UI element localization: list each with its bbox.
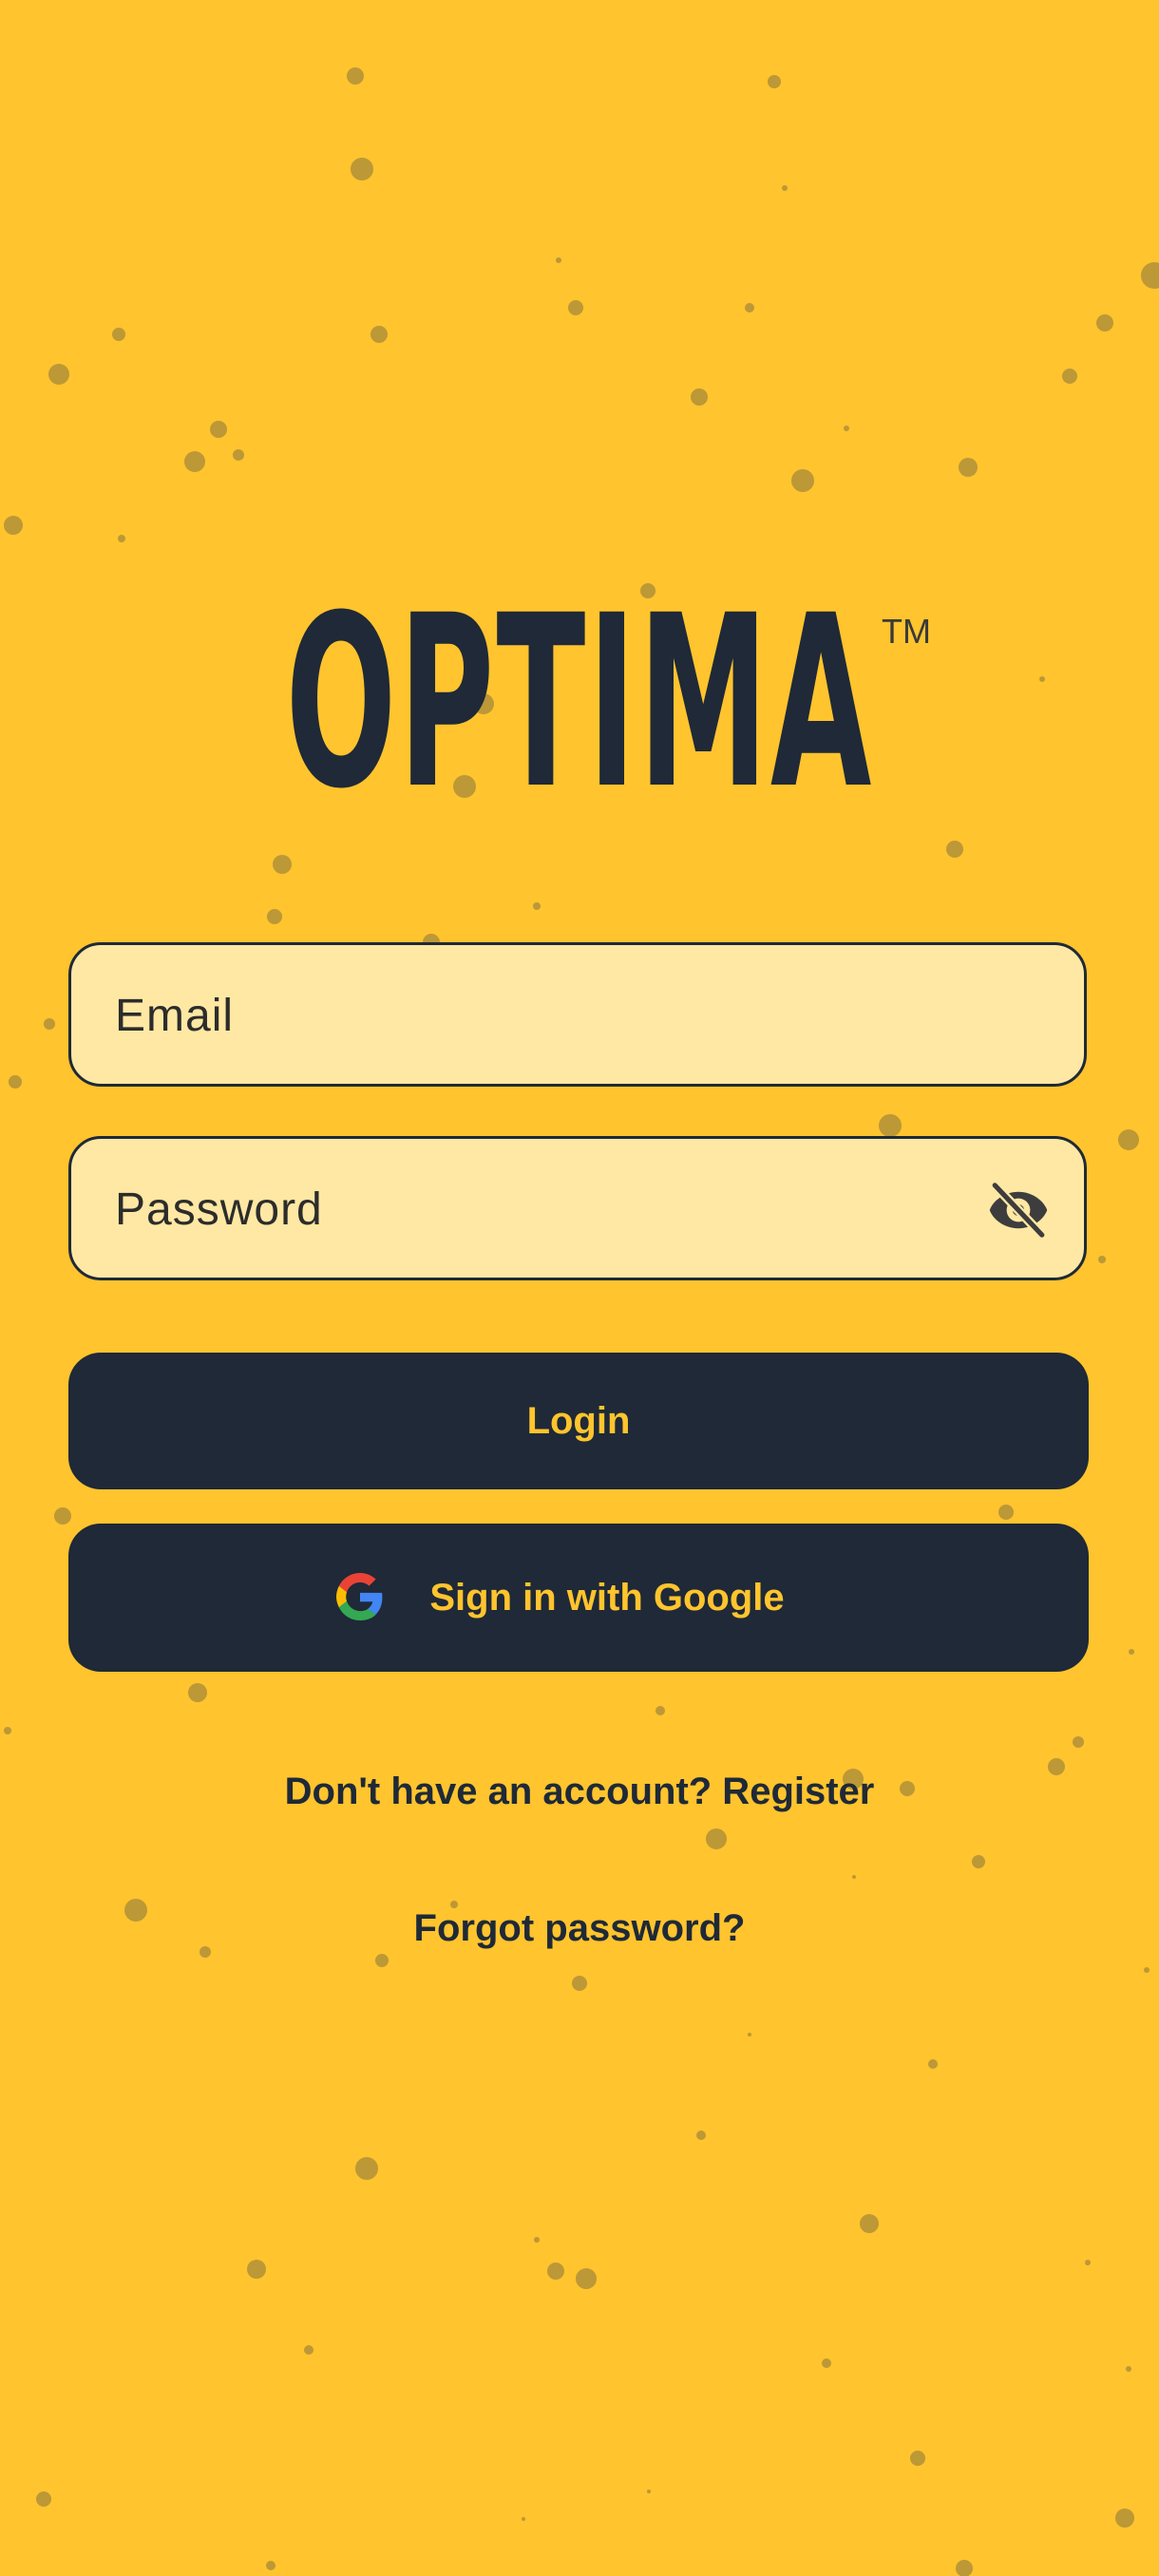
forgot-password-link[interactable]: Forgot password? (0, 1907, 1159, 1950)
register-link[interactable]: Don't have an account? Register (0, 1771, 1159, 1813)
trademark-symbol: TM (882, 612, 931, 651)
google-icon (336, 1573, 383, 1620)
logo-wordmark: OPTIMA (285, 564, 874, 841)
email-field[interactable] (68, 942, 1087, 1087)
eye-off-icon[interactable] (987, 1179, 1050, 1241)
google-sign-in-label: Sign in with Google (429, 1576, 785, 1619)
google-sign-in-button[interactable]: Sign in with Google (68, 1524, 1089, 1672)
email-input[interactable] (113, 945, 972, 1086)
login-button[interactable]: Login (68, 1353, 1089, 1489)
login-button-label: Login (526, 1399, 631, 1442)
login-screen: OPTIMA TM Login Sign in with Google Don'… (0, 0, 1159, 2576)
password-field[interactable] (68, 1136, 1087, 1280)
password-input[interactable] (113, 1139, 972, 1279)
app-logo: OPTIMA TM (0, 564, 1159, 841)
